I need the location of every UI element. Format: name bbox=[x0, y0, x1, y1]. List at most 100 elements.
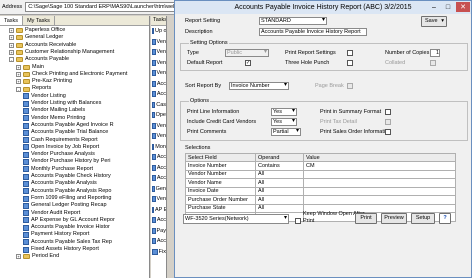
selection-row[interactable]: Vendor Number All bbox=[185, 169, 456, 179]
mid-list-item[interactable]: AP E bbox=[151, 205, 166, 216]
print-tax-detail-checkbox[interactable] bbox=[385, 119, 391, 125]
tree-task[interactable]: Accounts Payable Check History bbox=[23, 173, 111, 180]
close-icon[interactable]: ✕ bbox=[456, 2, 470, 12]
mid-list-item[interactable]: Cas bbox=[151, 100, 166, 111]
type-select[interactable]: Public bbox=[225, 49, 269, 57]
tab-tasks-2[interactable]: Tasks bbox=[151, 16, 166, 26]
tree-task[interactable]: Vendor Memo Printing bbox=[23, 115, 85, 122]
tree-task[interactable]: Accounts Payable Sales Tax Rep bbox=[23, 239, 112, 246]
collated-checkbox[interactable] bbox=[430, 60, 436, 66]
print-sales-order-checkbox[interactable] bbox=[385, 129, 391, 135]
tree-task[interactable]: Vendor Purchase History by Peri bbox=[23, 158, 110, 166]
tree-task[interactable]: Vendor Listing bbox=[23, 93, 66, 100]
selection-field[interactable]: Invoice Number bbox=[185, 161, 256, 171]
sort-by-select[interactable]: Invoice Number bbox=[229, 82, 289, 90]
mid-list-item[interactable]: Acc bbox=[151, 152, 166, 163]
mid-list-item[interactable]: Pay bbox=[151, 226, 166, 237]
expand-icon[interactable]: + bbox=[16, 254, 21, 260]
mid-list-item[interactable]: Ven bbox=[151, 37, 166, 48]
include-credit-select[interactable]: Yes bbox=[271, 118, 297, 126]
maximize-icon[interactable]: □ bbox=[441, 2, 455, 12]
mid-list-item[interactable]: Up one bbox=[151, 26, 166, 37]
expand-icon[interactable]: + bbox=[16, 64, 21, 70]
selection-field[interactable]: Invoice Date bbox=[185, 186, 256, 196]
tree-task[interactable]: Open Invoice by Job Report bbox=[23, 144, 99, 151]
tree-folder[interactable]: + Period End bbox=[16, 253, 59, 260]
expand-icon[interactable]: + bbox=[9, 42, 14, 48]
tree-folder[interactable]: + Main bbox=[16, 64, 44, 71]
selection-operand[interactable]: All bbox=[255, 178, 304, 188]
printer-select[interactable]: WF-3520 Series(Network) bbox=[183, 214, 289, 224]
expand-icon[interactable]: + bbox=[9, 50, 14, 56]
selection-operand[interactable]: All bbox=[255, 195, 304, 205]
selection-operand[interactable]: All bbox=[255, 203, 304, 213]
address-input[interactable]: C:\Sage\Sage 100 Standard ERP\MAS90\Laun… bbox=[25, 2, 176, 12]
mid-list-item[interactable]: Acc bbox=[151, 215, 166, 226]
selection-operand[interactable]: All bbox=[255, 169, 304, 179]
tree-task[interactable]: Vendor Audit Report bbox=[23, 210, 80, 217]
tree-folder[interactable]: + Accounts Receivable bbox=[9, 42, 76, 49]
tree-task[interactable]: Accounts Payable Analysis Repo bbox=[23, 188, 111, 195]
tree-folder[interactable]: + General Ledger bbox=[9, 34, 63, 41]
tree-task[interactable]: Vendor Listing with Balances bbox=[23, 100, 101, 107]
selection-field[interactable]: Vendor Name bbox=[185, 178, 256, 188]
default-report-checkbox[interactable]: ✓ bbox=[245, 60, 251, 66]
num-copies-field[interactable]: 1 bbox=[430, 49, 440, 57]
mid-list-item[interactable]: Ven bbox=[151, 47, 166, 58]
expand-icon[interactable]: + bbox=[9, 35, 14, 41]
page-break-checkbox[interactable] bbox=[347, 83, 353, 89]
tree-task[interactable]: General Ledger Posting Recap bbox=[23, 202, 107, 209]
mid-list-item[interactable]: Acc bbox=[151, 163, 166, 174]
mid-list-item[interactable]: Ven bbox=[151, 58, 166, 69]
preview-button[interactable]: Preview bbox=[381, 213, 407, 224]
tree-folder[interactable]: - Accounts Payable bbox=[9, 56, 69, 63]
tree-task[interactable]: Monthly Purchase Report bbox=[23, 166, 93, 173]
mid-list-item[interactable]: Ven bbox=[151, 131, 166, 142]
mid-list-item[interactable]: Fix bbox=[151, 247, 166, 258]
expand-icon[interactable]: + bbox=[16, 71, 21, 77]
keep-open-checkbox[interactable] bbox=[295, 218, 301, 224]
selection-operand[interactable]: All bbox=[255, 186, 304, 196]
print-line-info-select[interactable]: Yes bbox=[271, 108, 297, 116]
mid-list-item[interactable]: Acc bbox=[151, 236, 166, 247]
print-summary-checkbox[interactable] bbox=[385, 109, 391, 115]
three-hole-checkbox[interactable] bbox=[347, 60, 353, 66]
expand-icon[interactable]: + bbox=[16, 79, 21, 85]
selection-value[interactable] bbox=[303, 186, 456, 196]
tree-folder[interactable]: - Reports bbox=[16, 85, 51, 92]
mid-list-item[interactable]: Ven bbox=[151, 121, 166, 132]
mid-list-item[interactable]: Mon bbox=[151, 142, 166, 153]
print-button[interactable]: Print bbox=[355, 213, 377, 224]
selection-field[interactable]: Purchase Order Number bbox=[185, 195, 256, 205]
setup-button[interactable]: Setup bbox=[411, 213, 435, 224]
tab-my-tasks[interactable]: My Tasks bbox=[23, 16, 55, 25]
mid-list-item[interactable]: Acc bbox=[151, 79, 166, 90]
mid-list-item[interactable]: Acc bbox=[151, 89, 166, 100]
selection-row[interactable]: Purchase Order Number All bbox=[185, 195, 456, 205]
selection-row[interactable]: Invoice Date All bbox=[185, 186, 456, 196]
mid-list-item[interactable]: Ven bbox=[151, 68, 166, 79]
tree-folder[interactable]: + Check Printing and Electronic Payment bbox=[16, 71, 127, 78]
tree-task[interactable]: Vendor Purchase Analysis bbox=[23, 151, 95, 158]
selection-value[interactable] bbox=[303, 178, 456, 188]
report-setting-field[interactable]: STANDARD bbox=[259, 17, 327, 25]
print-report-settings-checkbox[interactable] bbox=[347, 50, 353, 56]
mid-list-item[interactable]: Ope bbox=[151, 110, 166, 121]
mid-list-item[interactable]: Gen bbox=[151, 184, 166, 195]
tree-task[interactable]: Fixed Assets History Report bbox=[23, 246, 99, 253]
selection-value[interactable]: CM bbox=[303, 161, 456, 171]
description-field[interactable]: Accounts Payable Invoice History Report bbox=[259, 28, 367, 36]
tree-task[interactable]: Vendor Mailing Labels bbox=[23, 107, 85, 114]
expand-icon[interactable]: + bbox=[9, 28, 14, 34]
tree-task[interactable]: Payment History Report bbox=[23, 231, 89, 239]
selection-row[interactable]: Invoice Number Contains CM bbox=[185, 161, 456, 171]
expand-icon[interactable]: - bbox=[16, 86, 21, 92]
tree-task[interactable]: Accounts Payable Invoice Histor bbox=[23, 224, 110, 231]
print-comments-select[interactable]: Partial bbox=[271, 128, 301, 136]
selection-field[interactable]: Purchase State bbox=[185, 203, 256, 213]
help-button[interactable]: ? bbox=[439, 213, 451, 224]
save-button[interactable]: Save ▾ bbox=[421, 16, 447, 27]
tree-folder[interactable]: + Paperless Office bbox=[9, 27, 65, 34]
mid-list-item[interactable]: Ven bbox=[151, 194, 166, 205]
tree-task[interactable]: AP Expense by GL Account Repor bbox=[23, 217, 115, 224]
